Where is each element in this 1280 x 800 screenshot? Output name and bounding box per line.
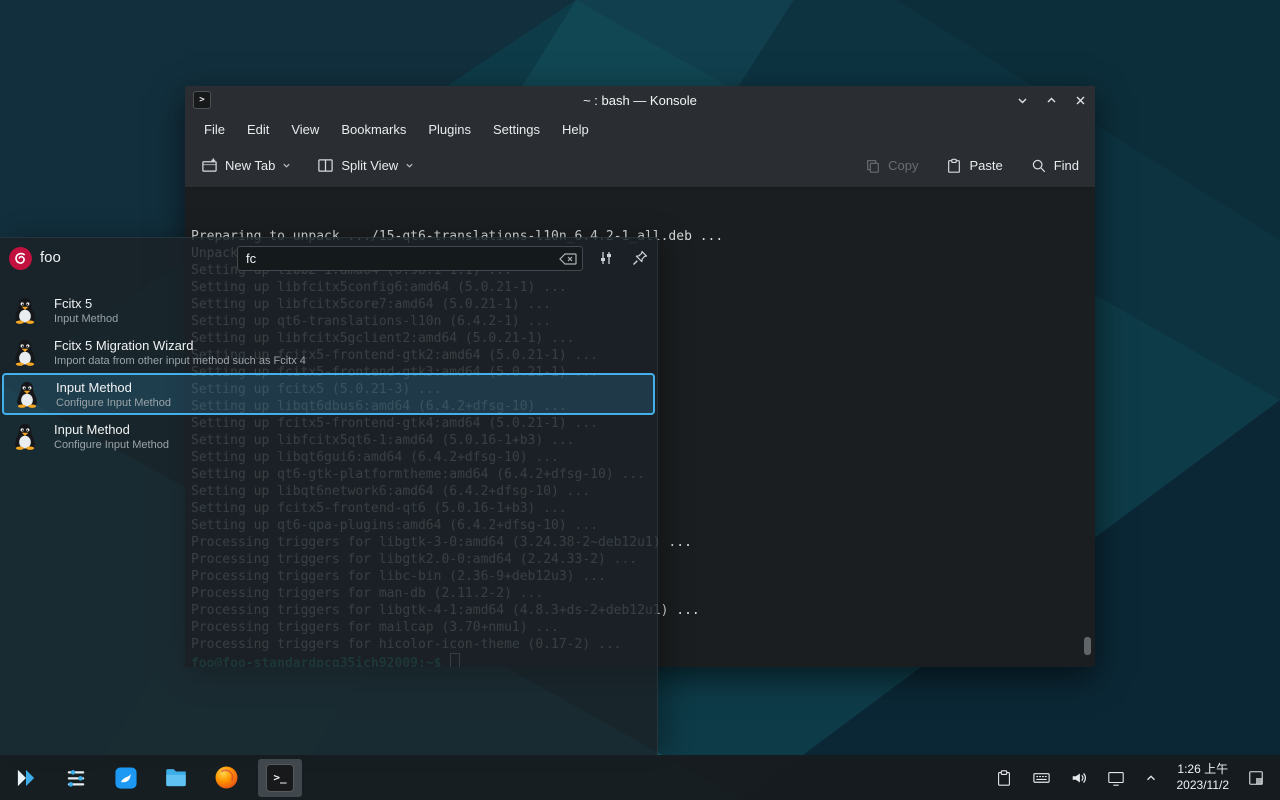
menu-file[interactable]: File [193, 118, 236, 141]
menu-bookmarks[interactable]: Bookmarks [330, 118, 417, 141]
firefox-button[interactable] [208, 760, 244, 796]
konsole-task-button[interactable]: >_ [258, 759, 302, 797]
menu-edit[interactable]: Edit [236, 118, 280, 141]
result-input-method-selected[interactable]: Input Method Configure Input Method [2, 373, 655, 415]
menu-settings[interactable]: Settings [482, 118, 551, 141]
launcher-icon [13, 765, 39, 791]
expand-tray-icon[interactable] [1144, 771, 1158, 785]
firefox-icon [213, 764, 240, 791]
copy-label: Copy [888, 158, 918, 173]
window-titlebar[interactable]: > ~ : bash — Konsole [185, 86, 1095, 114]
display-tray-icon[interactable] [1107, 769, 1125, 787]
search-input[interactable] [237, 246, 583, 271]
discover-icon [113, 765, 139, 791]
result-title: Input Method [54, 422, 169, 437]
tux-icon [10, 295, 40, 325]
result-subtitle: Import data from other input method such… [54, 355, 306, 367]
new-tab-label: New Tab [225, 158, 275, 173]
filter-options-icon[interactable] [598, 250, 614, 271]
clear-search-icon[interactable] [559, 252, 577, 270]
tux-icon [10, 337, 40, 367]
find-button[interactable]: Find [1031, 158, 1079, 174]
konsole-window-icon: > [193, 91, 211, 109]
paste-button[interactable]: Paste [946, 158, 1002, 174]
folder-icon [163, 765, 189, 791]
file-manager-button[interactable] [158, 760, 194, 796]
launcher-search [237, 246, 583, 271]
result-title: Fcitx 5 Migration Wizard [54, 338, 306, 353]
window-title: ~ : bash — Konsole [185, 93, 1095, 108]
result-title: Input Method [56, 380, 171, 395]
chevron-down-icon [282, 161, 291, 170]
discover-button[interactable] [108, 760, 144, 796]
result-subtitle: Configure Input Method [56, 397, 171, 409]
menu-help[interactable]: Help [551, 118, 600, 141]
task-manager-settings-button[interactable] [58, 760, 94, 796]
clock-date: 2023/11/2 [1177, 778, 1230, 794]
new-tab-icon [201, 157, 218, 174]
menubar: File Edit View Bookmarks Plugins Setting… [185, 114, 1095, 144]
launcher-header: foo [0, 238, 657, 280]
menu-view[interactable]: View [280, 118, 330, 141]
clock-widget[interactable]: 1:26 上午 2023/11/2 [1177, 762, 1230, 793]
minimize-button[interactable] [1016, 94, 1029, 107]
menu-plugins[interactable]: Plugins [417, 118, 482, 141]
copy-button[interactable]: Copy [865, 158, 918, 174]
copy-icon [865, 158, 881, 174]
app-launcher-panel: foo Fcitx 5 Input Method Fcitx 5 Migrati… [0, 237, 658, 755]
split-view-icon [317, 157, 334, 174]
user-name: foo [40, 249, 61, 266]
toolbar: New Tab Split View Copy [185, 144, 1095, 188]
new-tab-button[interactable]: New Tab [201, 157, 291, 174]
tux-icon [12, 379, 42, 409]
split-view-label: Split View [341, 158, 398, 173]
result-title: Fcitx 5 [54, 296, 118, 311]
paste-label: Paste [969, 158, 1002, 173]
tux-icon [10, 421, 40, 451]
result-input-method[interactable]: Input Method Configure Input Method [0, 415, 657, 457]
result-fcitx5-migration-wizard[interactable]: Fcitx 5 Migration Wizard Import data fro… [0, 331, 657, 373]
split-view-button[interactable]: Split View [317, 157, 414, 174]
find-label: Find [1054, 158, 1079, 173]
result-subtitle: Configure Input Method [54, 439, 169, 451]
clock-time: 1:26 上午 [1177, 762, 1230, 778]
pin-icon[interactable] [632, 250, 648, 271]
sliders-icon [64, 766, 88, 790]
paste-icon [946, 158, 962, 174]
show-desktop-icon[interactable] [1248, 770, 1264, 786]
chevron-down-icon [405, 161, 414, 170]
system-tray: 1:26 上午 2023/11/2 [995, 762, 1273, 793]
keyboard-tray-icon[interactable] [1032, 768, 1051, 787]
app-launcher-button[interactable] [8, 760, 44, 796]
volume-icon[interactable] [1070, 769, 1088, 787]
launcher-results: Fcitx 5 Input Method Fcitx 5 Migration W… [0, 289, 657, 457]
debian-logo-icon[interactable] [8, 246, 33, 271]
result-subtitle: Input Method [54, 313, 118, 325]
search-icon [1031, 158, 1047, 174]
taskbar: >_ 1:26 上午 2023/11/2 [0, 755, 1280, 800]
close-button[interactable] [1074, 94, 1087, 107]
terminal-scrollbar[interactable] [1084, 637, 1091, 655]
result-fcitx5[interactable]: Fcitx 5 Input Method [0, 289, 657, 331]
konsole-icon: >_ [266, 764, 294, 792]
clipboard-tray-icon[interactable] [995, 769, 1013, 787]
maximize-button[interactable] [1045, 94, 1058, 107]
